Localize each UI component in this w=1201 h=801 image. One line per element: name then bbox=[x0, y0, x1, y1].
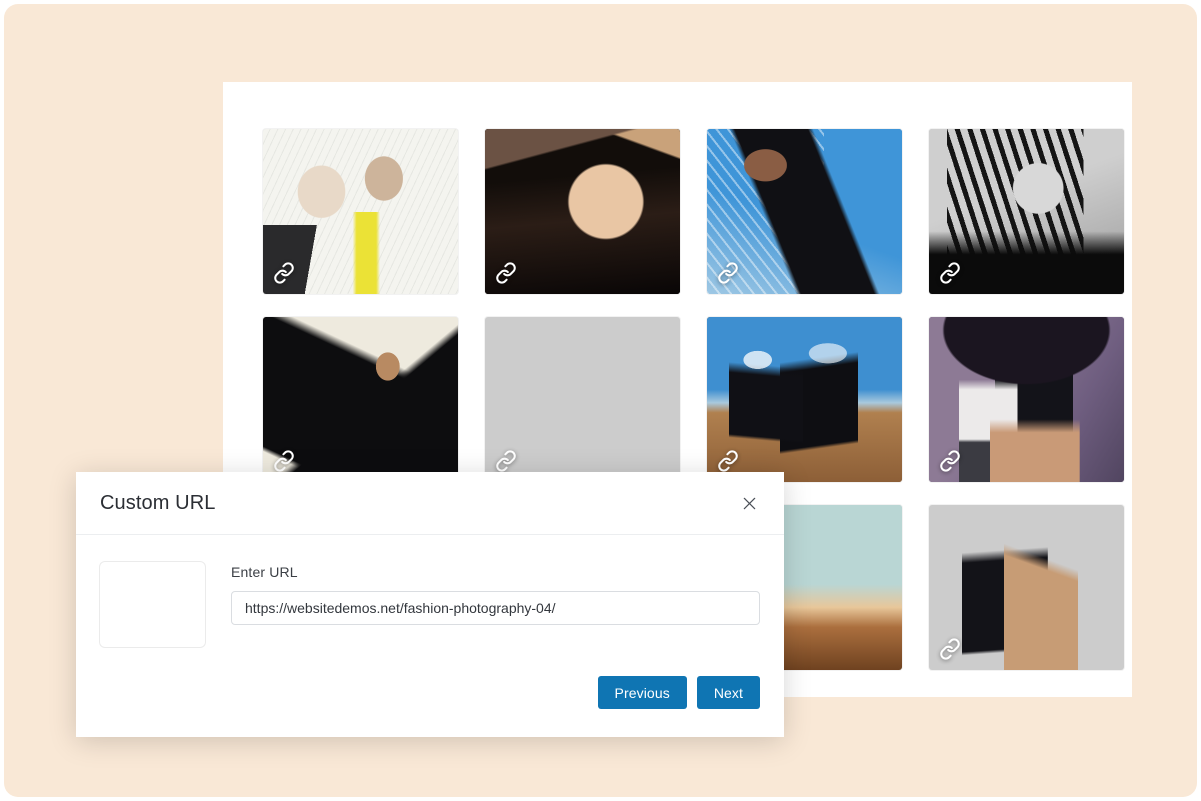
close-icon[interactable] bbox=[736, 490, 762, 516]
link-chain-icon[interactable] bbox=[495, 450, 517, 472]
link-chain-icon[interactable] bbox=[717, 450, 739, 472]
page-stage: Custom URL Enter URL Previous Next bbox=[4, 4, 1197, 797]
link-chain-icon[interactable] bbox=[495, 262, 517, 284]
thumbnail-image bbox=[100, 562, 205, 647]
gallery-item-7[interactable] bbox=[707, 317, 902, 482]
url-field-label: Enter URL bbox=[231, 564, 298, 580]
gallery-item-6[interactable] bbox=[485, 317, 680, 482]
link-chain-icon[interactable] bbox=[273, 450, 295, 472]
gallery-item-3[interactable] bbox=[707, 129, 902, 294]
link-chain-icon[interactable] bbox=[939, 638, 961, 660]
previous-button[interactable]: Previous bbox=[597, 676, 687, 709]
next-button[interactable]: Next bbox=[696, 676, 760, 709]
gallery-item-8[interactable] bbox=[929, 317, 1124, 482]
modal-body: Enter URL bbox=[76, 535, 784, 676]
gallery-row bbox=[263, 129, 1124, 294]
url-input[interactable] bbox=[231, 591, 760, 625]
gallery-row bbox=[263, 317, 1124, 482]
modal-title: Custom URL bbox=[100, 491, 216, 514]
gallery-item-10[interactable] bbox=[929, 505, 1124, 670]
link-chain-icon[interactable] bbox=[273, 262, 295, 284]
link-chain-icon[interactable] bbox=[717, 262, 739, 284]
custom-url-modal: Custom URL Enter URL Previous Next bbox=[76, 472, 784, 737]
gallery-item-2[interactable] bbox=[485, 129, 680, 294]
selected-image-thumbnail bbox=[100, 562, 205, 647]
link-chain-icon[interactable] bbox=[939, 262, 961, 284]
gallery-item-5[interactable] bbox=[263, 317, 458, 482]
url-field-group: Enter URL bbox=[231, 562, 760, 625]
modal-header: Custom URL bbox=[76, 472, 784, 535]
modal-footer: Previous Next bbox=[76, 676, 784, 737]
gallery-item-1[interactable] bbox=[263, 129, 458, 294]
link-chain-icon[interactable] bbox=[939, 450, 961, 472]
gallery-item-4[interactable] bbox=[929, 129, 1124, 294]
